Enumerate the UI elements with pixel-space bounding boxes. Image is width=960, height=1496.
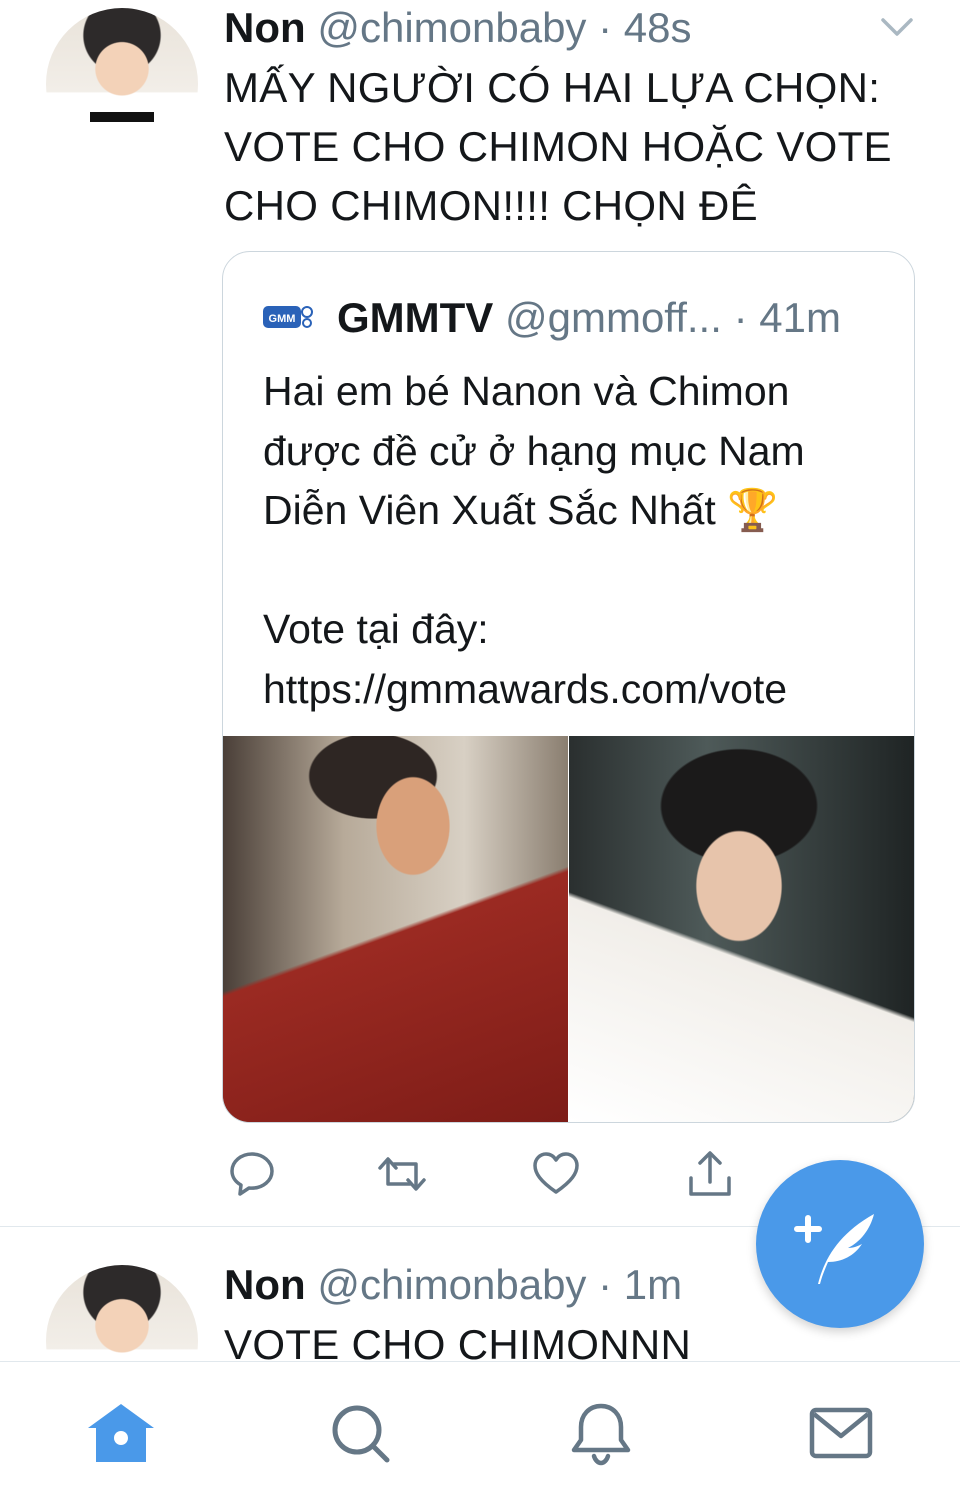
- notifications-icon: [571, 1403, 631, 1466]
- tweet-text: VOTE CHO CHIMONNN: [224, 1321, 692, 1361]
- tweet[interactable]: Non @chimonbaby · 48s MẤY NGƯỜI CÓ HAI L…: [0, 0, 960, 1226]
- reply-icon: [230, 1152, 274, 1196]
- gmmtv-logo-icon: GMM: [263, 306, 313, 328]
- quoted-text-line: Vote tại đây:: [263, 606, 489, 652]
- share-icon: [689, 1151, 731, 1196]
- display-name[interactable]: Non: [224, 1261, 306, 1308]
- messages-icon: [809, 1407, 873, 1459]
- quoted-text-line: được đề cử ở hạng mục Nam: [263, 427, 805, 474]
- avatar[interactable]: [46, 8, 198, 160]
- tab-notifications[interactable]: [566, 1402, 636, 1466]
- handle[interactable]: @chimonbaby: [317, 4, 586, 51]
- retweet-icon: [378, 1157, 426, 1191]
- tweet-header: Non @chimonbaby · 1m: [224, 1259, 682, 1311]
- tweet-text-line: VOTE CHO CHIMON HOẶC VOTE: [224, 123, 892, 170]
- compose-tweet-icon: [794, 1214, 874, 1284]
- bottom-tab-bar: [0, 1361, 960, 1496]
- tweet-text-line: MẤY NGƯỜI CÓ HAI LỰA CHỌN:: [224, 64, 881, 111]
- tweet-text-line: CHO CHIMON!!!! CHỌN ĐÊ: [224, 182, 758, 229]
- reply-button[interactable]: [226, 1148, 278, 1200]
- quoted-text-line: Diễn Viên Xuất Sắc Nhất 🏆: [263, 487, 779, 533]
- home-icon: [88, 1404, 154, 1462]
- tweet-text: MẤY NGƯỜI CÓ HAI LỰA CHỌN: VOTE CHO CHIM…: [224, 58, 892, 235]
- quoted-timestamp: · 41m: [733, 294, 841, 341]
- quoted-text-line: [263, 541, 805, 601]
- quoted-tweet[interactable]: GMM GMMTV @gmmoff... · 41m Hai em bé Nan…: [222, 251, 915, 1123]
- quoted-display-name: GMMTV: [337, 294, 494, 341]
- timestamp: · 48s: [598, 4, 692, 51]
- quoted-link[interactable]: https://gmmawards.com/vote: [263, 660, 805, 720]
- timestamp: · 1m: [598, 1261, 683, 1308]
- tab-home[interactable]: [86, 1402, 156, 1466]
- quoted-handle: @gmmoff...: [504, 294, 722, 341]
- retweet-button[interactable]: [376, 1148, 428, 1200]
- quoted-tweet-header: GMMTV @gmmoff... · 41m: [337, 292, 841, 344]
- quoted-photo-left[interactable]: [223, 736, 568, 1122]
- tab-messages[interactable]: [806, 1402, 876, 1466]
- quoted-text-line: Hai em bé Nanon và Chimon: [263, 368, 790, 414]
- like-icon: [533, 1152, 579, 1194]
- display-name[interactable]: Non: [224, 4, 306, 51]
- share-button[interactable]: [684, 1148, 736, 1200]
- quoted-tweet-text: Hai em bé Nanon và Chimon được đề cử ở h…: [263, 362, 805, 719]
- svg-text:GMM: GMM: [269, 313, 296, 325]
- tab-search[interactable]: [326, 1402, 396, 1466]
- avatar[interactable]: [46, 1265, 198, 1361]
- handle[interactable]: @chimonbaby: [317, 1261, 586, 1308]
- compose-tweet-button[interactable]: [756, 1160, 924, 1328]
- tweet-header: Non @chimonbaby · 48s: [224, 2, 691, 54]
- chevron-down-icon[interactable]: [880, 16, 914, 38]
- quoted-photo-right[interactable]: [569, 736, 914, 1122]
- like-button[interactable]: [530, 1148, 582, 1200]
- search-icon: [332, 1405, 390, 1463]
